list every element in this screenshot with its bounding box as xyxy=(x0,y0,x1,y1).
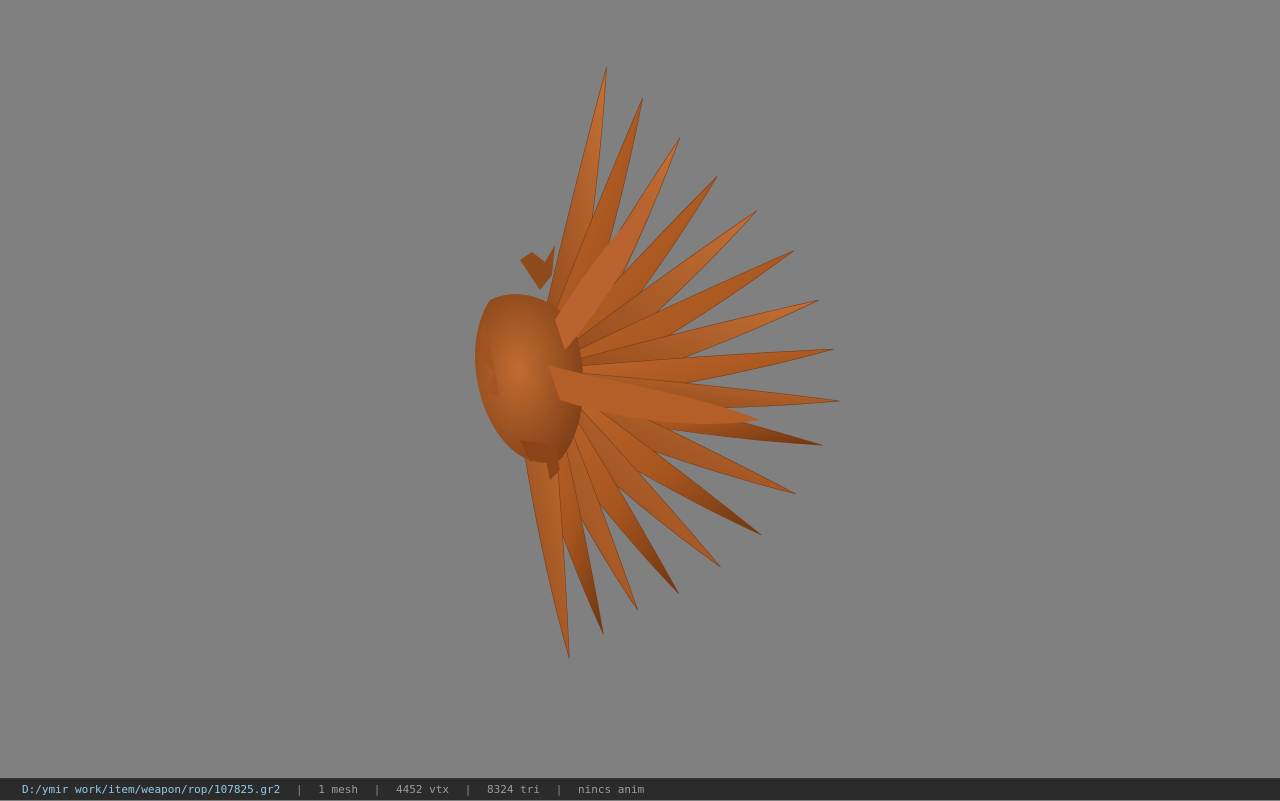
mesh-count: 1 mesh xyxy=(318,782,359,796)
wing-model[interactable] xyxy=(0,0,1280,778)
animation-status: nincs anim xyxy=(578,782,645,796)
triangle-count: 8324 tri xyxy=(487,782,540,796)
separator: | xyxy=(464,782,472,796)
3d-viewport[interactable] xyxy=(0,0,1280,778)
separator: | xyxy=(373,782,381,796)
status-bar: D:/ymir work/item/weapon/rop/107825.gr2 … xyxy=(0,778,1280,800)
file-path: D:/ymir work/item/weapon/rop/107825.gr2 xyxy=(22,782,281,796)
vertex-count: 4452 vtx xyxy=(396,782,450,796)
separator: | xyxy=(295,782,303,796)
separator: | xyxy=(555,782,563,796)
